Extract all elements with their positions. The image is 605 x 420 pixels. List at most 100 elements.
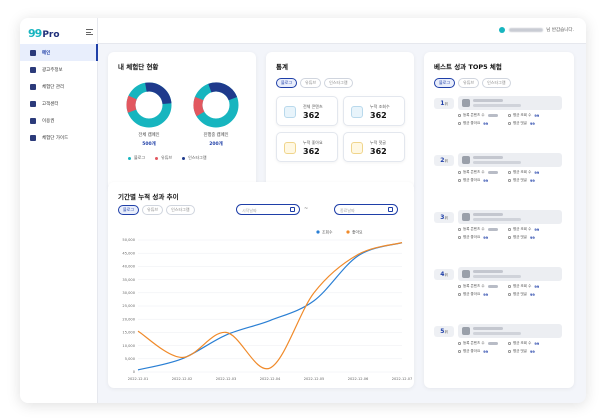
y-tick-label: 30,000 — [122, 291, 135, 295]
rank-campaign[interactable] — [458, 96, 562, 110]
trend-card: 기간별 누적 성과 추이 블로그 유튜브 인스타그램 시작날짜 ~ 종료날짜 0… — [108, 182, 414, 388]
stat-total-views: 누적 조회수 362 — [343, 96, 405, 126]
sidebar-item-campaign-manage[interactable]: 체험단 관리 — [20, 78, 98, 95]
campaign-desc-redacted — [473, 332, 521, 335]
tab-instagram[interactable]: 인스타그램 — [482, 78, 511, 88]
campaign-name-redacted — [473, 99, 503, 102]
donut-active — [193, 82, 239, 128]
stats-card: 통계 블로그 유튜브 인스타그램 전체 콘텐츠 362 누적 조회수 362 누… — [266, 52, 414, 190]
metric-content-count: 등록 콘텐츠 수 — [458, 113, 498, 118]
x-tick-label: 2022.12.06 — [348, 377, 369, 381]
sidebar-item-label: 메인 — [42, 50, 51, 56]
tab-youtube[interactable]: 유튜브 — [458, 78, 480, 88]
views-icon — [351, 106, 363, 118]
campaign-name-redacted — [473, 156, 503, 159]
metric-avg-views: 평균 조회 수 99 — [508, 170, 539, 175]
book-icon — [30, 134, 36, 141]
stats-tabs: 블로그 유튜브 인스타그램 — [276, 78, 356, 88]
y-tick-label: 20,000 — [122, 317, 135, 321]
y-tick-label: 5,000 — [125, 357, 136, 361]
sidebar-item-ticket[interactable]: 이용권 — [20, 112, 98, 129]
legend-blog: 블로그 — [128, 155, 145, 161]
series-line-1 — [137, 242, 403, 370]
users-icon — [30, 83, 36, 90]
x-tick-label: 2022.12.04 — [260, 377, 281, 381]
stats-title: 통계 — [276, 63, 288, 71]
campaign-desc-redacted — [473, 104, 521, 107]
rank-campaign[interactable] — [458, 324, 562, 338]
sidebar-item-label: 체험단 관리 — [42, 84, 65, 90]
rank-campaign[interactable] — [458, 267, 562, 281]
sidebar-item-main[interactable]: 메인 — [20, 44, 98, 61]
legend-marker — [346, 230, 350, 234]
campaign-thumbnail — [462, 156, 470, 164]
rank-row[interactable]: 3위 등록 콘텐츠 수 평균 조회 수 99 평균 좋아요 99 평균 댓글 99 — [434, 210, 562, 256]
legend-youtube: 유튜브 — [155, 155, 172, 161]
campaign-desc-redacted — [473, 161, 521, 164]
rank-campaign[interactable] — [458, 153, 562, 167]
ticket-icon — [30, 117, 36, 124]
menu-toggle-icon[interactable] — [86, 29, 93, 35]
campaign-desc-redacted — [473, 275, 521, 278]
metric-content-count: 등록 콘텐츠 수 — [458, 227, 498, 232]
metric-avg-likes: 평균 좋아요 99 — [458, 121, 488, 126]
metric-avg-likes: 평균 좋아요 99 — [458, 235, 488, 240]
rank-row[interactable]: 2위 등록 콘텐츠 수 평균 조회 수 99 평균 좋아요 99 평균 댓글 99 — [434, 153, 562, 199]
date-end-input[interactable]: 종료날짜 — [334, 204, 398, 215]
rank-badge: 2위 — [434, 155, 454, 166]
tab-instagram[interactable]: 인스타그램 — [166, 205, 195, 215]
tab-blog[interactable]: 블로그 — [118, 205, 140, 215]
home-icon — [30, 49, 36, 56]
y-tick-label: 10,000 — [122, 344, 135, 348]
y-tick-label: 25,000 — [122, 304, 135, 308]
metric-avg-comments: 평균 댓글 99 — [508, 178, 535, 183]
metric-avg-likes: 평균 좋아요 99 — [458, 349, 488, 354]
stat-total-likes: 누적 좋아요 362 — [276, 132, 338, 162]
calendar-icon[interactable] — [388, 207, 393, 212]
date-start-input[interactable]: 시작날짜 — [236, 204, 300, 215]
donut-total — [126, 82, 172, 128]
y-tick-label: 40,000 — [122, 265, 135, 269]
y-tick-label: 50,000 — [122, 238, 135, 242]
donut-total-label: 전체 캠페인 — [138, 133, 160, 138]
rank-row[interactable]: 5위 등록 콘텐츠 수 평균 조회 수 99 평균 좋아요 99 평균 댓글 99 — [434, 324, 562, 370]
tab-blog[interactable]: 블로그 — [434, 78, 456, 88]
series-line-0 — [137, 242, 403, 371]
tab-youtube[interactable]: 유튜브 — [142, 205, 164, 215]
stat-total-content: 전체 콘텐츠 362 — [276, 96, 338, 126]
rank-badge: 3위 — [434, 212, 454, 223]
top5-tabs: 블로그 유튜브 인스타그램 — [434, 78, 514, 88]
sidebar-nav: 메인 광고주정보 체험단 관리 고객센터 이용권 체험단 가이드 — [20, 44, 98, 146]
legend-marker — [316, 230, 320, 234]
legend-label: 좋아요 — [352, 229, 363, 234]
sidebar-item-label: 체험단 가이드 — [42, 135, 69, 141]
calendar-icon[interactable] — [290, 207, 295, 212]
tab-instagram[interactable]: 인스타그램 — [324, 78, 353, 88]
metric-avg-likes: 평균 좋아요 99 — [458, 178, 488, 183]
status-title: 내 체험단 현황 — [118, 63, 159, 71]
tab-youtube[interactable]: 유튜브 — [300, 78, 322, 88]
sidebar-item-guide[interactable]: 체험단 가이드 — [20, 129, 98, 146]
top5-title: 베스트 성과 TOP5 체험 — [434, 63, 502, 71]
metric-avg-views: 평균 조회 수 99 — [508, 227, 539, 232]
logo-number: 99 — [28, 27, 42, 40]
sidebar: 99 Pro 메인 광고주정보 체험단 관리 고객센터 이용권 체험단 가이드 — [20, 18, 98, 403]
user-greeting[interactable]: 님 반갑습니다. — [499, 27, 574, 33]
sidebar-item-advertiser-info[interactable]: 광고주정보 — [20, 61, 98, 78]
campaign-name-redacted — [473, 213, 503, 216]
tab-blog[interactable]: 블로그 — [276, 78, 298, 88]
logo-pro: Pro — [42, 30, 60, 40]
rank-campaign[interactable] — [458, 210, 562, 224]
campaign-desc-redacted — [473, 218, 521, 221]
sidebar-item-label: 광고주정보 — [42, 67, 63, 73]
status-legend: 블로그 유튜브 인스타그램 — [128, 155, 217, 161]
rank-row[interactable]: 4위 등록 콘텐츠 수 평균 조회 수 99 평균 좋아요 99 평균 댓글 99 — [434, 267, 562, 313]
x-tick-label: 2022.12.05 — [304, 377, 325, 381]
rank-row[interactable]: 1위 등록 콘텐츠 수 평균 조회 수 99 평균 좋아요 99 평균 댓글 99 — [434, 96, 562, 142]
sidebar-item-support[interactable]: 고객센터 — [20, 95, 98, 112]
x-tick-label: 2022.12.03 — [216, 377, 237, 381]
top5-card: 베스트 성과 TOP5 체험 블로그 유튜브 인스타그램 1위 등록 콘텐츠 수평… — [424, 52, 574, 388]
campaign-thumbnail — [462, 213, 470, 221]
logo[interactable]: 99 Pro — [28, 27, 60, 40]
metric-content-count: 등록 콘텐츠 수 — [458, 341, 498, 346]
